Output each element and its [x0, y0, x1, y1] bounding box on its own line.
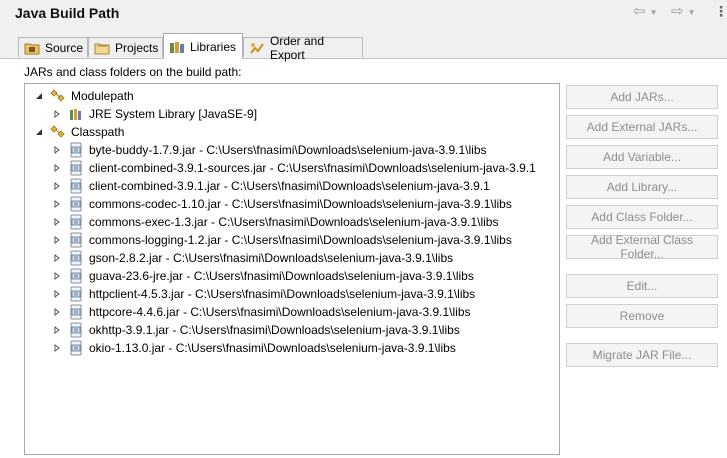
- collapsed-twisty-icon[interactable]: [52, 289, 62, 299]
- collapsed-twisty-icon[interactable]: [52, 307, 62, 317]
- tree-label: byte-buddy-1.7.9.jar - C:\Users\fnasimi\…: [89, 143, 487, 157]
- library-icon: [70, 109, 81, 120]
- add-class-folder-button[interactable]: Add Class Folder...: [566, 205, 718, 229]
- collapsed-twisty-icon[interactable]: [52, 271, 62, 281]
- tree-node-jar[interactable]: httpclient-4.5.3.jar - C:\Users\fnasimi\…: [52, 285, 475, 303]
- jar-file-icon: [70, 268, 82, 284]
- tree-node-jar[interactable]: guava-23.6-jre.jar - C:\Users\fnasimi\Do…: [52, 267, 474, 285]
- tree-label: httpcore-4.4.6.jar - C:\Users\fnasimi\Do…: [89, 305, 471, 319]
- tree-node-jar[interactable]: okio-1.13.0.jar - C:\Users\fnasimi\Downl…: [52, 339, 456, 357]
- jar-file-icon: [70, 340, 82, 356]
- view-menu-icon[interactable]: ⋮: [714, 3, 727, 20]
- collapsed-twisty-icon[interactable]: [52, 163, 62, 173]
- tree-node-jar[interactable]: gson-2.8.2.jar - C:\Users\fnasimi\Downlo…: [52, 249, 453, 267]
- forward-arrow-icon[interactable]: ⇨: [671, 4, 684, 20]
- jar-file-icon: [70, 178, 82, 194]
- collapsed-twisty-icon[interactable]: [52, 181, 62, 191]
- tree-node-jre-library[interactable]: JRE System Library [JavaSE-9]: [52, 105, 257, 123]
- collapsed-twisty-icon[interactable]: [52, 199, 62, 209]
- edit-button[interactable]: Edit...: [566, 274, 718, 298]
- forward-dropdown-icon[interactable]: ▼: [688, 8, 696, 17]
- tab-projects[interactable]: Projects: [88, 37, 163, 57]
- source-folder-icon: [24, 43, 40, 54]
- tree-label: commons-logging-1.2.jar - C:\Users\fnasi…: [89, 233, 512, 247]
- tree-label: client-combined-3.9.1-sources.jar - C:\U…: [89, 161, 536, 175]
- remove-button[interactable]: Remove: [566, 304, 718, 328]
- tree-node-jar[interactable]: commons-logging-1.2.jar - C:\Users\fnasi…: [52, 231, 512, 249]
- panel-label: JARs and class folders on the build path…: [24, 65, 242, 79]
- back-nav[interactable]: ⇦ ▼: [633, 4, 658, 20]
- jar-file-icon: [70, 304, 82, 320]
- tree-label: httpclient-4.5.3.jar - C:\Users\fnasimi\…: [89, 287, 476, 301]
- add-library-button[interactable]: Add Library...: [566, 175, 718, 199]
- collapsed-twisty-icon[interactable]: [52, 343, 62, 353]
- library-container-icon: [50, 89, 65, 102]
- jar-file-icon: [70, 232, 82, 248]
- add-jars-button[interactable]: Add JARs...: [566, 85, 718, 109]
- tree-label: client-combined-3.9.1.jar - C:\Users\fna…: [89, 179, 490, 193]
- jar-file-icon: [70, 214, 82, 230]
- tab-libraries[interactable]: Libraries: [163, 33, 243, 59]
- page-title: Java Build Path: [15, 5, 120, 21]
- back-arrow-icon[interactable]: ⇦: [633, 4, 646, 20]
- tab-strip: Source Projects Libraries Order and Expo…: [0, 30, 727, 62]
- tree-node-jar[interactable]: client-combined-3.9.1.jar - C:\Users\fna…: [52, 177, 490, 195]
- tree-label: commons-codec-1.10.jar - C:\Users\fnasim…: [89, 197, 512, 211]
- collapsed-twisty-icon[interactable]: [52, 109, 62, 119]
- tree-label: gson-2.8.2.jar - C:\Users\fnasimi\Downlo…: [89, 251, 454, 265]
- tab-label: Order and Export: [270, 33, 325, 62]
- tree-node-jar[interactable]: byte-buddy-1.7.9.jar - C:\Users\fnasimi\…: [52, 141, 487, 159]
- migrate-jar-button[interactable]: Migrate JAR File...: [566, 343, 718, 367]
- libraries-icon: [170, 41, 184, 53]
- dialog-header: Java Build Path ⇦ ▼ ⇨ ▼ ⋮: [0, 0, 727, 30]
- tab-label: Source: [45, 40, 84, 55]
- expanded-twisty-icon[interactable]: [34, 127, 44, 137]
- projects-icon: [94, 43, 110, 54]
- jar-file-icon: [70, 250, 82, 266]
- tree-label: guava-23.6-jre.jar - C:\Users\fnasimi\Do…: [89, 269, 474, 283]
- jar-file-icon: [70, 160, 82, 176]
- tree-label: okhttp-3.9.1.jar - C:\Users\fnasimi\Down…: [89, 323, 460, 337]
- tree-node-jar[interactable]: okhttp-3.9.1.jar - C:\Users\fnasimi\Down…: [52, 321, 460, 339]
- collapsed-twisty-icon[interactable]: [52, 235, 62, 245]
- tree-node-jar[interactable]: client-combined-3.9.1-sources.jar - C:\U…: [52, 159, 536, 177]
- jar-file-icon: [70, 322, 82, 338]
- tree-node-classpath[interactable]: Classpath: [34, 123, 124, 141]
- collapsed-twisty-icon[interactable]: [52, 145, 62, 155]
- tree-label: Classpath: [71, 125, 125, 139]
- library-container-icon: [50, 125, 65, 138]
- tree-node-jar[interactable]: commons-exec-1.3.jar - C:\Users\fnasimi\…: [52, 213, 498, 231]
- add-variable-button[interactable]: Add Variable...: [566, 145, 718, 169]
- collapsed-twisty-icon[interactable]: [52, 217, 62, 227]
- tab-label: Projects: [115, 40, 159, 55]
- add-external-class-folder-button[interactable]: Add External Class Folder...: [566, 233, 718, 261]
- tree-label: Modulepath: [71, 89, 134, 103]
- tree-node-jar[interactable]: commons-codec-1.10.jar - C:\Users\fnasim…: [52, 195, 512, 213]
- collapsed-twisty-icon[interactable]: [52, 253, 62, 263]
- tab-order-export[interactable]: Order and Export: [243, 34, 363, 62]
- build-path-tree[interactable]: Modulepath JRE System Library [JavaSE-9]…: [24, 83, 560, 455]
- tree-label: commons-exec-1.3.jar - C:\Users\fnasimi\…: [89, 215, 499, 229]
- tab-label: Libraries: [190, 39, 237, 54]
- tree-label: okio-1.13.0.jar - C:\Users\fnasimi\Downl…: [89, 341, 456, 355]
- collapsed-twisty-icon[interactable]: [52, 325, 62, 335]
- add-external-jars-button[interactable]: Add External JARs...: [566, 115, 718, 139]
- back-dropdown-icon[interactable]: ▼: [650, 8, 658, 17]
- tree-node-modulepath[interactable]: Modulepath: [34, 87, 134, 105]
- jar-file-icon: [70, 142, 82, 158]
- tree-label: JRE System Library [JavaSE-9]: [89, 107, 258, 121]
- jar-file-icon: [70, 286, 82, 302]
- expanded-twisty-icon[interactable]: [34, 91, 44, 101]
- tab-source[interactable]: Source: [18, 37, 88, 57]
- order-export-icon: [250, 42, 264, 54]
- jar-file-icon: [70, 196, 82, 212]
- tree-node-jar[interactable]: httpcore-4.4.6.jar - C:\Users\fnasimi\Do…: [52, 303, 471, 321]
- forward-nav[interactable]: ⇨ ▼: [671, 4, 696, 20]
